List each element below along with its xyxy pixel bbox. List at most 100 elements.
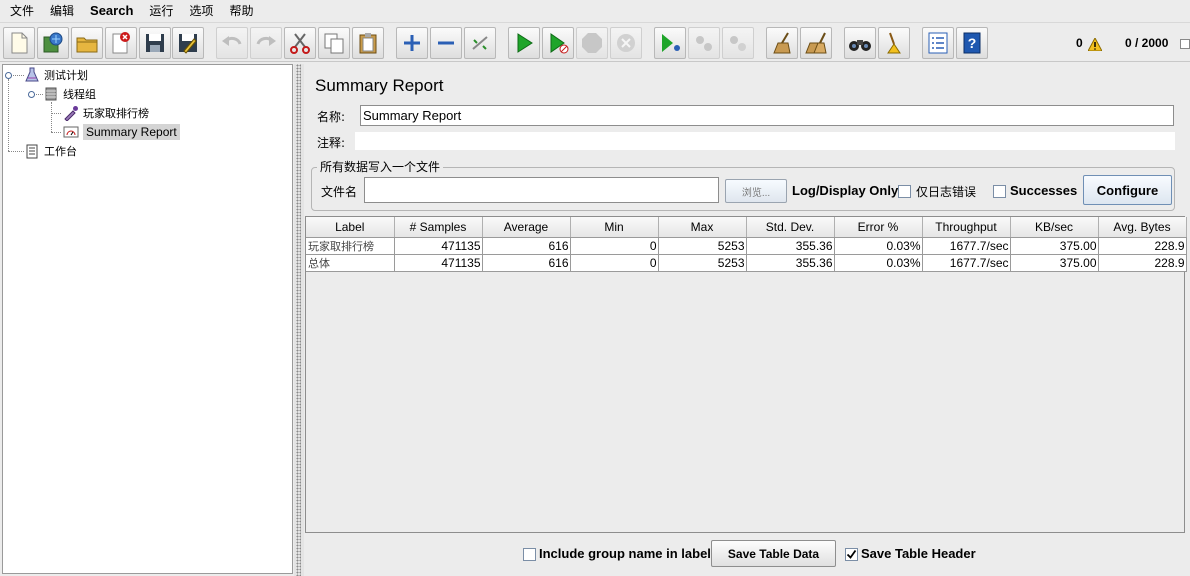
successes-checkbox[interactable] (993, 185, 1006, 198)
templates-button[interactable] (37, 27, 69, 59)
menu-help[interactable]: 帮助 (221, 0, 261, 22)
include-group-checkbox[interactable] (523, 548, 536, 561)
cut-button[interactable] (284, 27, 316, 59)
table-row[interactable]: 总体 471135 616 0 5253 355.36 0.03% 1677.7… (306, 254, 1187, 272)
open-folder-icon (76, 37, 98, 53)
help-button[interactable]: ? (956, 27, 988, 59)
tree-expand-handle[interactable] (5, 72, 12, 79)
close-button[interactable] (105, 27, 137, 59)
remote-stop-icon (696, 36, 712, 51)
configure-button[interactable]: Configure (1083, 175, 1172, 205)
tree-item-summary-report[interactable]: Summary Report (63, 123, 180, 141)
table-cell: 471135 (394, 237, 483, 255)
start-no-pauses-button[interactable] (542, 27, 574, 59)
column-header[interactable]: Std. Dev. (746, 217, 835, 238)
tree-label: Summary Report (83, 124, 180, 140)
undo-button[interactable] (216, 27, 248, 59)
table-cell: 375.00 (1010, 254, 1099, 272)
error-count: 0 (1076, 36, 1083, 50)
tree-expand-handle[interactable] (28, 91, 35, 98)
column-header[interactable]: Max (658, 217, 747, 238)
collapse-all-button[interactable] (430, 27, 462, 59)
name-field[interactable]: Summary Report (360, 105, 1174, 126)
menu-bar: 文件 编辑 Search 运行 选项 帮助 (0, 0, 1190, 22)
spool-icon (43, 86, 59, 102)
column-header[interactable]: Average (482, 217, 571, 238)
column-header[interactable]: KB/sec (1010, 217, 1099, 238)
shutdown-icon (617, 34, 635, 52)
redo-button[interactable] (250, 27, 282, 59)
table-cell: 355.36 (746, 237, 835, 255)
start-button[interactable] (508, 27, 540, 59)
table-cell: 总体 (306, 254, 395, 272)
undo-icon (222, 36, 242, 46)
table-cell: 5253 (658, 237, 747, 255)
tree-label: 玩家取排行榜 (83, 107, 149, 120)
save-as-icon (179, 34, 197, 54)
table-cell: 0.03% (834, 254, 923, 272)
menu-options[interactable]: 选项 (181, 0, 221, 22)
name-label: 名称: (317, 110, 346, 124)
errors-only-checkbox[interactable] (898, 185, 911, 198)
expand-all-button[interactable] (396, 27, 428, 59)
function-helper-button[interactable] (922, 27, 954, 59)
table-row[interactable]: 玩家取排行榜 471135 616 0 5253 355.36 0.03% 16… (306, 237, 1187, 255)
clear-button[interactable] (766, 27, 798, 59)
column-header[interactable]: Min (570, 217, 659, 238)
menu-run[interactable]: 运行 (141, 0, 181, 22)
log-display-label: Log/Display Only: (792, 183, 903, 198)
stop-button[interactable] (576, 27, 608, 59)
reset-search-button[interactable] (878, 27, 910, 59)
save-table-header-label: Save Table Header (861, 546, 976, 561)
search-button[interactable] (844, 27, 876, 59)
tree-item-sampler[interactable]: 玩家取排行榜 (63, 104, 149, 122)
open-button[interactable] (71, 27, 103, 59)
table-cell: 228.9 (1098, 237, 1187, 255)
shutdown-button[interactable] (610, 27, 642, 59)
save-as-button[interactable] (172, 27, 204, 59)
results-table: Label # Samples Average Min Max Std. Dev… (305, 216, 1187, 533)
save-button[interactable] (139, 27, 171, 59)
save-table-header-checkbox[interactable] (845, 548, 858, 561)
toggle-button[interactable] (464, 27, 496, 59)
column-header[interactable]: # Samples (394, 217, 483, 238)
tree-connector (8, 79, 9, 151)
remote-shutdown-all-button[interactable] (722, 27, 754, 59)
remote-shutdown-icon (730, 36, 746, 51)
tree-label: 工作台 (44, 145, 77, 158)
comment-label: 注释: (317, 136, 346, 150)
svg-text:?: ? (968, 35, 977, 51)
summary-report-panel: Summary Report 名称: Summary Report 注释: 所有… (305, 64, 1190, 576)
column-header[interactable]: Label (306, 217, 395, 238)
test-tree: 测试计划 线程组 玩家取排行榜 Summary Report 工作台 (2, 64, 293, 574)
tree-item-workbench[interactable]: 工作台 (24, 142, 77, 160)
paste-button[interactable] (352, 27, 384, 59)
tree-item-test-plan[interactable]: 测试计划 (24, 66, 88, 84)
menu-search[interactable]: Search (82, 0, 141, 22)
column-header[interactable]: Throughput (922, 217, 1011, 238)
table-cell: 616 (482, 254, 571, 272)
column-header[interactable]: Error % (834, 217, 923, 238)
remote-start-icon (662, 34, 680, 52)
column-header[interactable]: Avg. Bytes (1098, 217, 1187, 238)
pipette-icon (63, 105, 79, 121)
report-gauge-icon (63, 124, 79, 140)
filename-input[interactable] (364, 177, 719, 203)
panel-splitter[interactable] (294, 64, 304, 576)
menu-edit[interactable]: 编辑 (42, 0, 82, 22)
successes-label: Successes (1010, 183, 1078, 198)
comment-field[interactable] (355, 132, 1175, 150)
minus-icon (438, 41, 454, 45)
tree-item-thread-group[interactable]: 线程组 (43, 85, 96, 103)
table-cell: 5253 (658, 254, 747, 272)
browse-button[interactable]: 浏览... (725, 179, 787, 203)
clear-all-button[interactable] (800, 27, 832, 59)
menu-file[interactable]: 文件 (2, 0, 42, 22)
copy-button[interactable] (318, 27, 350, 59)
new-button[interactable] (3, 27, 35, 59)
remote-start-all-button[interactable] (654, 27, 686, 59)
flask-icon (24, 67, 40, 83)
remote-stop-all-button[interactable] (688, 27, 720, 59)
stop-icon (582, 33, 602, 53)
save-table-data-button[interactable]: Save Table Data (711, 540, 836, 567)
